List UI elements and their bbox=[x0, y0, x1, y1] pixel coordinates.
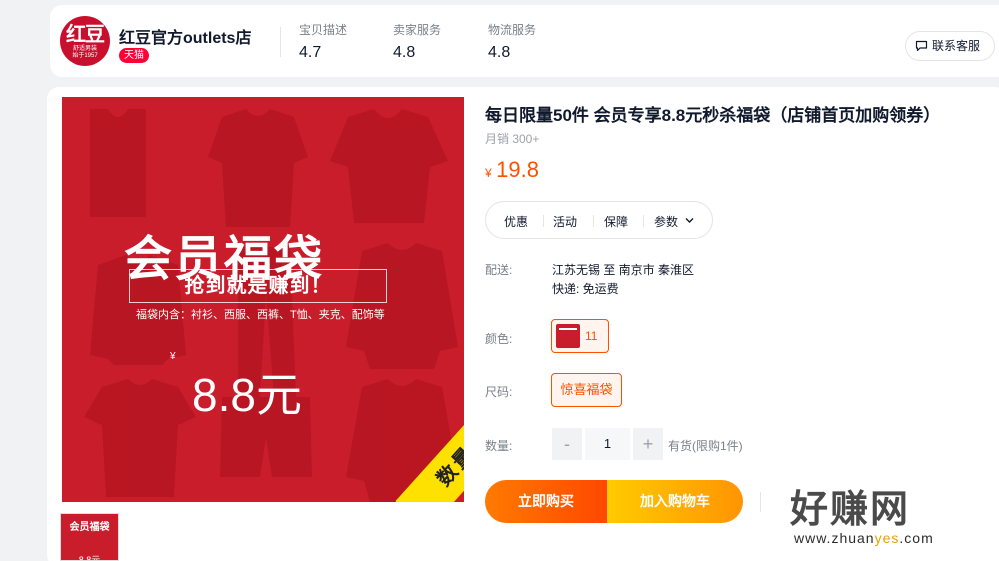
tab-guarantee[interactable]: 保障 bbox=[604, 213, 628, 230]
score-label: 卖家服务 bbox=[393, 23, 442, 37]
product-title: 每日限量50件 会员专享8.8元秒杀福袋（店铺首页加购领券） bbox=[485, 106, 941, 125]
stock-status: 有货(限购1件) bbox=[668, 439, 743, 453]
watermark-text: 好赚网 bbox=[790, 489, 911, 531]
color-option[interactable]: 11 bbox=[551, 319, 609, 353]
quantity-decrease-button[interactable]: - bbox=[552, 428, 582, 460]
tab-divider bbox=[643, 215, 644, 227]
tab-discount[interactable]: 优惠 bbox=[504, 213, 528, 230]
shipping-route[interactable]: 江苏无锡 至 南京市 秦淮区 bbox=[552, 261, 694, 278]
score-logistics: 物流服务 4.8 bbox=[488, 21, 536, 62]
score-label: 物流服务 bbox=[488, 23, 537, 37]
monthly-sales: 月销 300+ bbox=[485, 132, 540, 146]
thumbnail-title: 会员福袋 bbox=[69, 522, 110, 533]
price-value: 19.8 bbox=[496, 157, 539, 182]
store-header: 红豆 舒适男装 始于1957 红豆官方outlets店 天猫 宝贝描述 4.7 … bbox=[50, 5, 999, 77]
color-label: 颜色: bbox=[485, 332, 513, 346]
tab-activity[interactable]: 活动 bbox=[553, 213, 577, 230]
action-divider bbox=[760, 492, 761, 512]
promo-price: 8.8元 bbox=[192, 369, 302, 421]
score-service: 卖家服务 4.8 bbox=[393, 21, 441, 62]
price-currency: ¥ bbox=[485, 166, 492, 180]
quantity-label: 数量: bbox=[485, 439, 513, 453]
logo-tagline: 舒适男装 bbox=[72, 46, 97, 52]
score-description: 宝贝描述 4.7 bbox=[299, 21, 347, 62]
quantity-increase-button[interactable]: + bbox=[633, 428, 663, 460]
promo-currency: ¥ bbox=[170, 351, 176, 362]
tab-divider bbox=[593, 215, 594, 227]
color-swatch bbox=[556, 324, 580, 348]
score-value: 4.8 bbox=[393, 44, 416, 61]
site-watermark: 好赚网 www.zhuanyes.com bbox=[790, 478, 990, 558]
size-option[interactable]: 惊喜福袋 bbox=[551, 373, 622, 407]
size-label: 尺码: bbox=[485, 385, 513, 399]
store-logo[interactable]: 红豆 舒适男装 始于1957 bbox=[60, 16, 110, 66]
product-main-image[interactable]: 会员福袋 福袋内含：衬衫、西服、西裤、T恤、夹克、配饰等 抢到就是赚到！ ¥ 8… bbox=[62, 97, 464, 502]
logo-text: 红豆 bbox=[66, 22, 105, 46]
color-option-label: 11 bbox=[585, 329, 598, 343]
tmall-badge: 天猫 bbox=[119, 48, 149, 63]
quantity-input[interactable]: 1 bbox=[585, 428, 630, 460]
watermark-url: www.zhuanyes.com bbox=[794, 530, 934, 546]
add-to-cart-button[interactable]: 加入购物车 bbox=[607, 480, 743, 523]
shipping-label: 配送: bbox=[485, 263, 513, 277]
score-value: 4.7 bbox=[299, 44, 322, 61]
promo-slogan: 抢到就是赚到！ bbox=[129, 269, 387, 303]
tab-params[interactable]: 参数 bbox=[654, 213, 678, 230]
tab-divider bbox=[543, 215, 544, 227]
shipping-fee: 快递: 免运费 bbox=[552, 282, 619, 296]
promo-description: 福袋内含：衬衫、西服、西裤、T恤、夹克、配饰等 bbox=[136, 309, 385, 321]
score-value: 4.8 bbox=[488, 44, 511, 61]
chat-icon bbox=[915, 40, 928, 52]
logo-since: 始于1957 bbox=[72, 53, 98, 59]
store-name[interactable]: 红豆官方outlets店 bbox=[119, 24, 251, 48]
product-price: ¥ 19.8 bbox=[485, 157, 539, 183]
contact-service-button[interactable]: 联系客服 bbox=[905, 31, 995, 61]
product-thumbnail[interactable]: 会员福袋 8.8元 bbox=[60, 513, 119, 561]
contact-service-label: 联系客服 bbox=[932, 39, 981, 53]
score-label: 宝贝描述 bbox=[299, 23, 348, 37]
quantity-stepper: - 1 + bbox=[552, 428, 663, 460]
header-divider bbox=[280, 27, 281, 57]
info-tabs: 优惠 活动 保障 参数 bbox=[485, 201, 713, 239]
chevron-down-icon[interactable] bbox=[685, 217, 694, 224]
thumbnail-price: 8.8元 bbox=[78, 555, 101, 561]
buy-now-button[interactable]: 立即购买 bbox=[485, 480, 607, 523]
